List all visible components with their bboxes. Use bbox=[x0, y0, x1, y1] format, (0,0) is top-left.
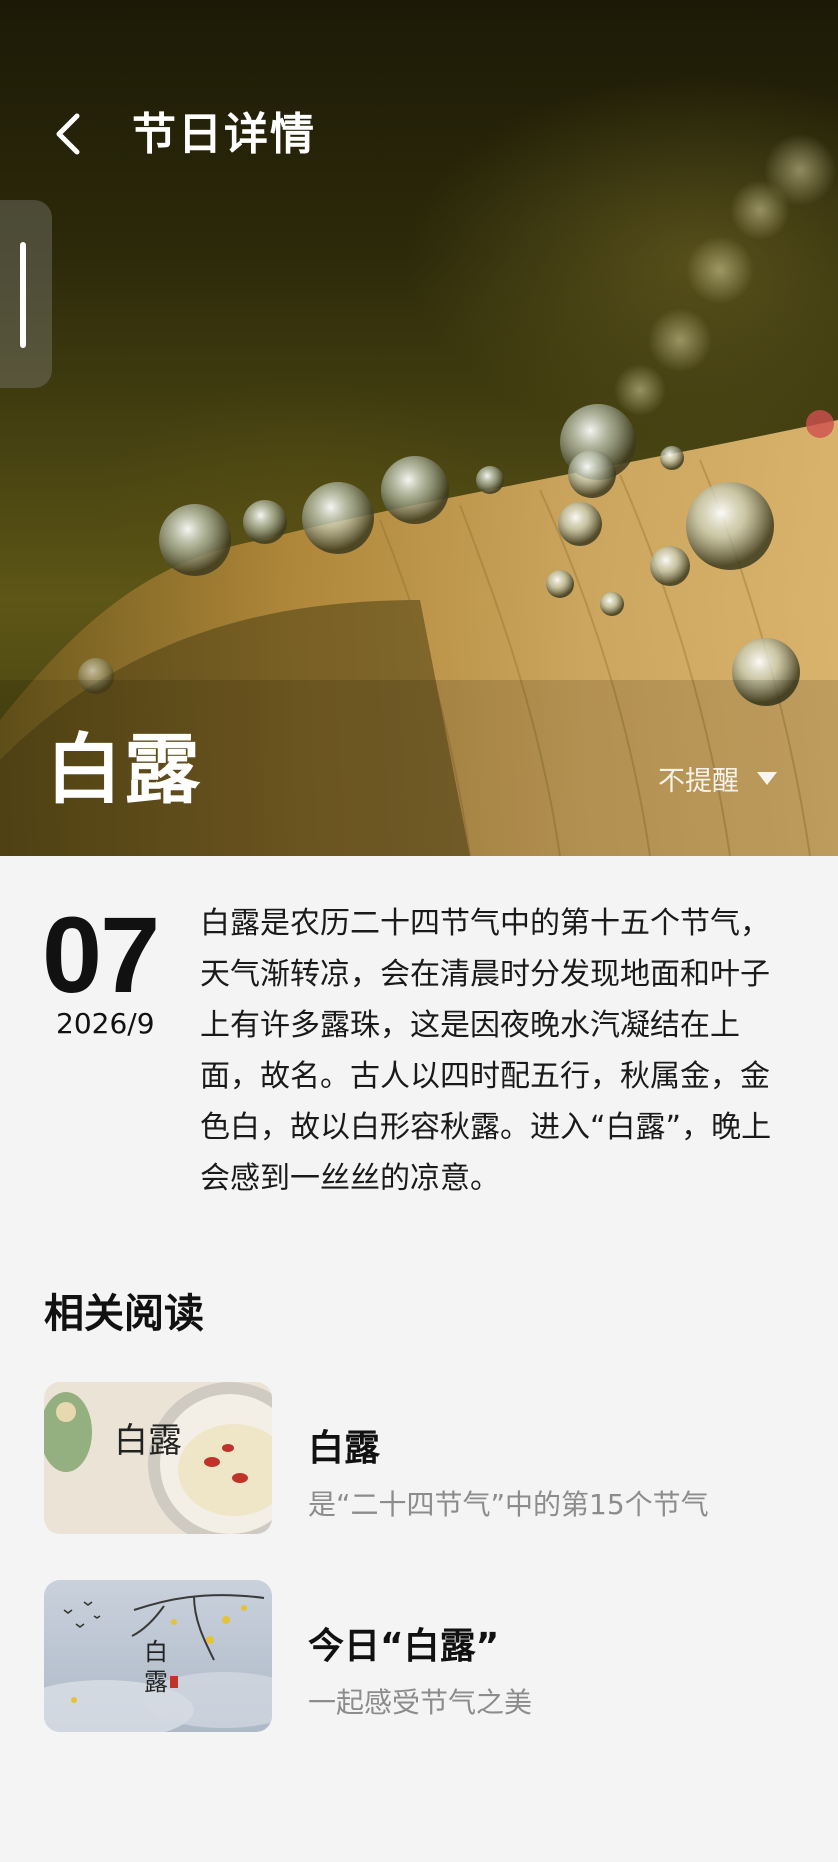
related-item[interactable]: 白露 白露 是“二十四节气”中的第15个节气 bbox=[44, 1382, 794, 1534]
reminder-dropdown[interactable]: 不提醒 bbox=[658, 758, 777, 798]
date-year-month: 2026/9 bbox=[56, 1007, 155, 1040]
today-bailu-image: 白 露 bbox=[44, 1580, 272, 1732]
bailu-article-image: 白露 bbox=[44, 1382, 272, 1534]
related-reading-title: 相关阅读 bbox=[44, 1291, 204, 1337]
thumb-text-bai: 白 bbox=[144, 1638, 168, 1666]
page-title: 节日详情 bbox=[132, 109, 316, 160]
date-day: 07 bbox=[42, 894, 160, 1015]
related-thumbnail: 白露 bbox=[44, 1382, 272, 1534]
chevron-left-icon bbox=[56, 113, 80, 155]
side-drawer-handle[interactable] bbox=[0, 200, 52, 388]
triangle-down-icon bbox=[757, 771, 777, 785]
back-button[interactable] bbox=[44, 108, 92, 160]
related-thumbnail: 白 露 bbox=[44, 1580, 272, 1732]
thumb-text-lu: 露 bbox=[144, 1668, 168, 1696]
related-item[interactable]: 白 露 今日“白露” 一起感受节气之美 bbox=[44, 1580, 794, 1732]
handle-bar-icon bbox=[20, 242, 26, 348]
hero-banner: 节日详情 白露 不提醒 bbox=[0, 0, 838, 856]
festival-description: 白露是农历二十四节气中的第十五个节气，天气渐转凉，会在清晨时分发现地面和叶子上有… bbox=[200, 906, 772, 1196]
related-item-title: 白露 bbox=[308, 1428, 381, 1469]
related-item-subtitle: 是“二十四节气”中的第15个节气 bbox=[308, 1488, 709, 1521]
related-item-subtitle: 一起感受节气之美 bbox=[308, 1686, 533, 1719]
festival-name: 白露 bbox=[46, 725, 202, 814]
thumb-calligraphy: 白露 bbox=[114, 1421, 182, 1461]
reminder-label: 不提醒 bbox=[658, 765, 739, 797]
related-item-title: 今日“白露” bbox=[308, 1626, 500, 1667]
